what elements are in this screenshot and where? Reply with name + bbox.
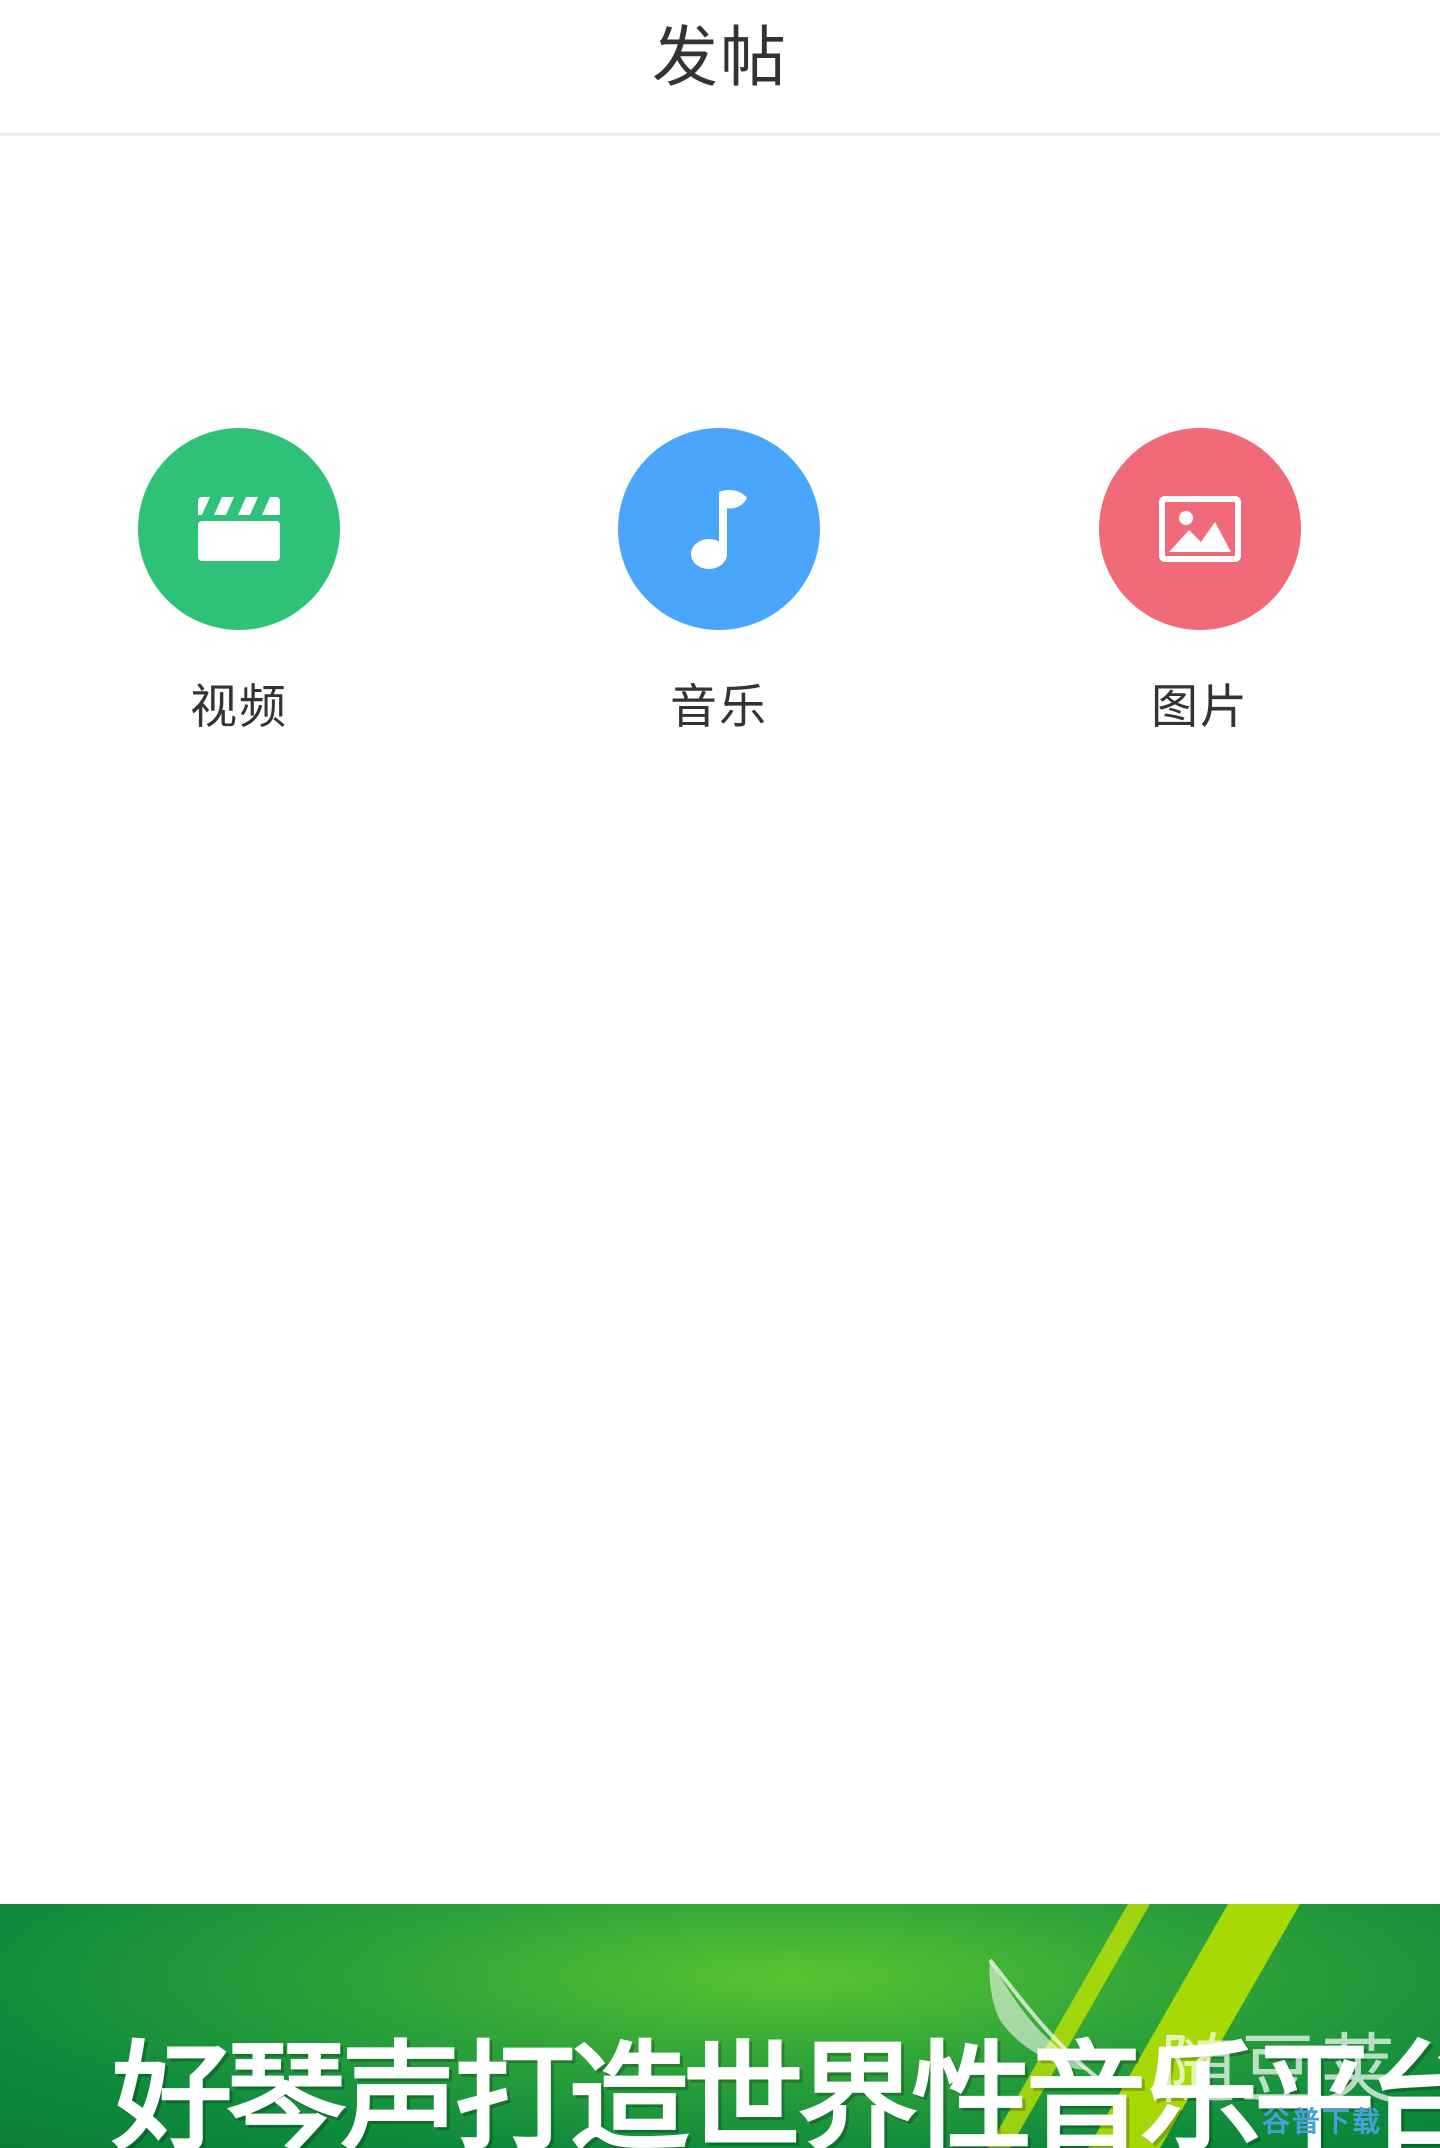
post-video-button[interactable]: 视频: [119, 428, 359, 737]
clapperboard-icon: [198, 497, 280, 561]
video-circle[interactable]: [138, 428, 340, 630]
music-circle[interactable]: [618, 428, 820, 630]
image-label: 图片: [1151, 680, 1249, 735]
music-label: 音乐: [670, 680, 768, 735]
post-music-button[interactable]: 音乐: [599, 428, 839, 737]
leaf-logo-icon: [988, 1958, 1102, 2082]
post-image-button[interactable]: 图片: [1080, 428, 1320, 737]
video-label: 视频: [190, 680, 288, 735]
music-note-icon: [691, 490, 747, 569]
image-circle[interactable]: [1099, 428, 1301, 630]
image-icon: [1159, 496, 1241, 562]
top-bar: 发帖: [0, 0, 1440, 136]
watermark-subtext: 谷普下载: [1262, 2105, 1383, 2138]
page-title: 发帖: [652, 18, 788, 96]
watermark: 随豆荚 谷普下载: [980, 1950, 1420, 2148]
